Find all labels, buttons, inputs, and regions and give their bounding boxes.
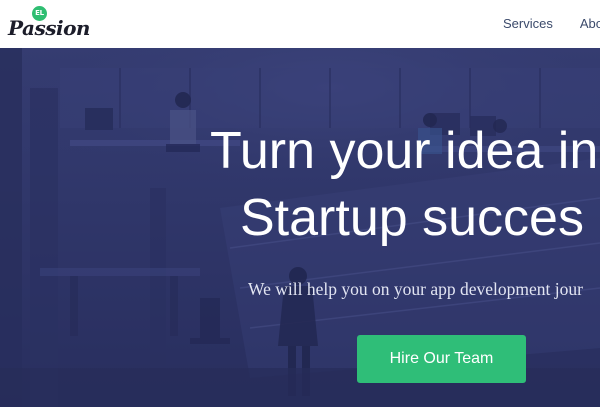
hero-title: Turn your idea in Startup succes [210,118,598,252]
site-header: EL Passion Services Abo [0,0,600,48]
nav-link-about[interactable]: Abo [580,16,600,32]
main-nav: Services Abo [503,0,600,48]
hero-subtitle: We will help you on your app development… [248,279,583,299]
hire-our-team-button[interactable]: Hire Our Team [357,335,526,383]
logo-wordmark: Passion [8,16,90,40]
hero-section: Turn your idea in Startup succes We will… [0,48,600,407]
hero-title-line-1: Turn your idea in [210,122,599,180]
logo[interactable]: EL Passion [8,6,90,42]
hero-title-line-2: Startup succes [240,189,584,247]
nav-link-services[interactable]: Services [503,16,553,32]
